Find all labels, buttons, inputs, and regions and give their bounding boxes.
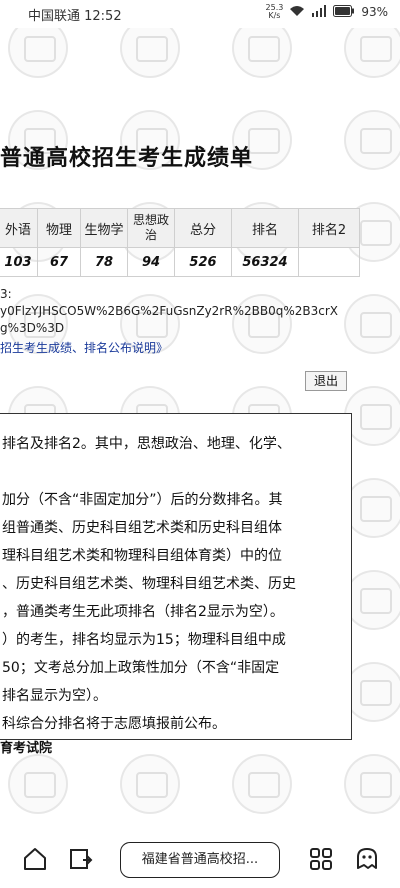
verification-note: 3: y0FlzYJHSCO5W%2B6G%2FuGsnZy2rR%2BB0q%… [0,286,338,337]
home-icon[interactable] [22,846,48,872]
wifi-icon [289,5,305,20]
signal-icon [311,4,327,20]
notice-line: 科综合分排名将于志愿填报前公布。 [2,716,226,732]
value-total: 526 [174,247,232,277]
header-rank2: 排名2 [298,208,360,248]
signature: 育考试院 [0,741,53,756]
net-speed: 25.3 K/s [266,4,284,20]
score-page: 普通高校招生考生成绩单 外语 物理 生物学 思想政治 总分 排名 排名2 103… [0,0,400,888]
score-table: 外语 物理 生物学 思想政治 总分 排名 排名2 103 67 78 94 52… [0,208,360,277]
status-icons: 25.3 K/s 93% [266,4,388,20]
header-total: 总分 [174,208,232,248]
table-row: 103 67 78 94 526 56324 [0,247,360,277]
value-physics: 67 [37,247,81,277]
logout-button[interactable]: 退出 [305,371,347,391]
notice-box: 排名及排名2。其中，思想政治、地理、化学、 加分（不含“非固定加分”）后的分数排… [0,413,352,740]
note-code-line-1: y0FlzYJHSCO5W%2B6G%2FuGsnZy2rR%2BB0q%2B3… [0,304,338,318]
note-label: 3: [0,287,12,301]
value-foreign-language: 103 [0,247,38,277]
notice-line: 理科目组艺术类和物理科目组体育类）中的位 [2,548,282,564]
notice-line: 、历史科目组艺术类、物理科目组艺术类、历史 [2,576,296,592]
notice-line: ）的考生，排名均显示为15；物理科目组中成 [2,632,286,648]
battery-icon [333,4,355,20]
bottom-nav: 福建省普通高校招... [0,828,400,888]
header-physics: 物理 [37,208,81,248]
battery-percent: 93% [361,5,388,19]
header-foreign-language: 外语 [0,208,38,248]
notice-line: 50；文考总分加上政策性加分（不含“非固定 [2,660,280,676]
value-biology: 78 [80,247,128,277]
notice-line: 排名及排名2。其中，思想政治、地理、化学、 [2,436,291,452]
note-code-line-2: g%3D%3D [0,321,65,335]
header-rank: 排名 [231,208,299,248]
tabs-grid-icon[interactable] [308,846,334,872]
value-rank: 56324 [231,247,299,277]
page-title: 普通高校招生考生成绩单 [0,146,254,171]
notice-line: 排名显示为空）。 [2,688,107,704]
header-politics: 思想政治 [127,208,175,248]
status-bar: 中国联通 12:52 25.3 K/s 93% [0,0,400,28]
header-biology: 生物学 [80,208,128,248]
notice-line: ，普通类考生无此项排名（排名2显示为空）。 [2,604,284,620]
table-header-row: 外语 物理 生物学 思想政治 总分 排名 排名2 [0,208,360,248]
carrier-time: 中国联通 12:52 [28,9,122,24]
assistant-icon[interactable] [354,846,380,872]
notice-line [2,458,296,486]
notice-line: 组普通类、历史科目组艺术类和历史科目组体 [2,520,282,536]
net-speed-unit: K/s [268,11,281,20]
value-rank2 [298,247,360,277]
back-to-page-icon[interactable] [68,846,94,872]
notice-line: 加分（不含“非固定加分”）后的分数排名。其 [2,492,283,508]
notice-text: 排名及排名2。其中，思想政治、地理、化学、 加分（不含“非固定加分”）后的分数排… [2,430,296,738]
explanation-link[interactable]: 招生考生成绩、排名公布说明》 [0,339,168,356]
current-tab[interactable]: 福建省普通高校招... [120,842,280,878]
value-politics: 94 [127,247,175,277]
